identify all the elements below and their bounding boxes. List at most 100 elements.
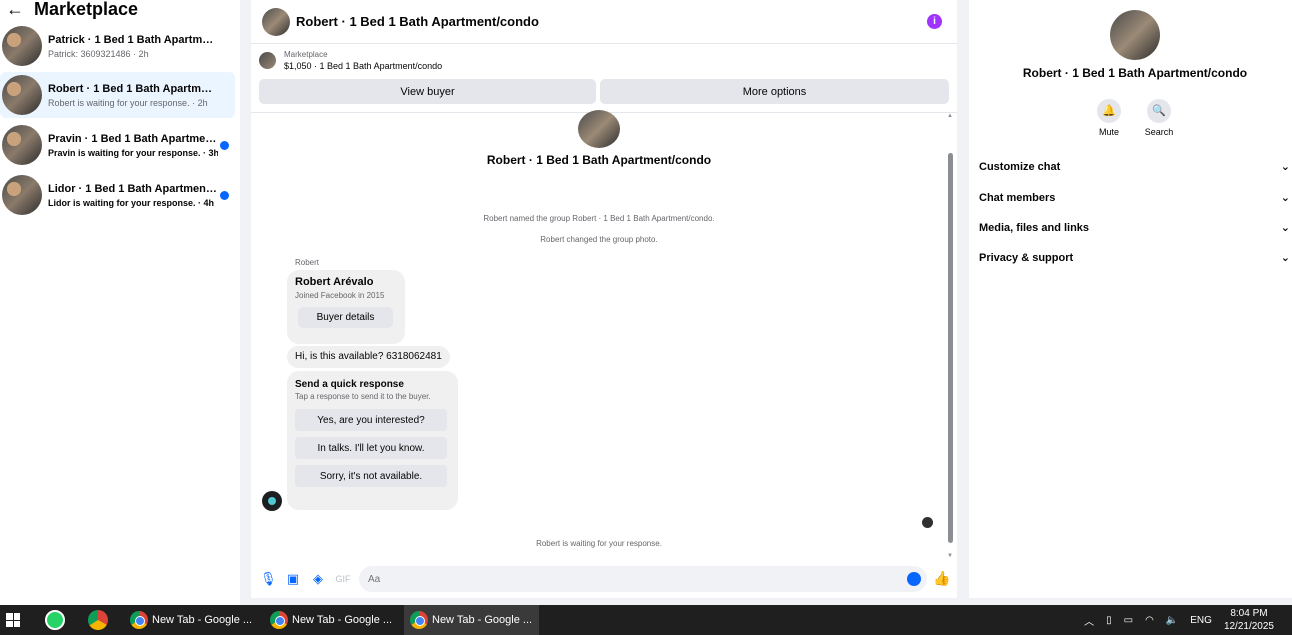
search-button[interactable]: 🔍 Search <box>1139 99 1179 137</box>
listing-thumbnail <box>2 75 42 115</box>
sidebar-header: ← Marketplace <box>0 0 240 18</box>
photo-icon[interactable]: ▣ <box>285 571 301 587</box>
section-chat-members[interactable]: Chat members ⌄ <box>979 192 1292 204</box>
clock-date: 12/21/2025 <box>1223 621 1274 632</box>
listing-source-label: Marketplace <box>284 50 328 59</box>
mute-label: Mute <box>1098 127 1119 137</box>
whatsapp-icon <box>45 610 65 630</box>
listing-thumbnail <box>2 26 42 66</box>
meet-now-icon[interactable]: ▯ <box>1106 615 1112 626</box>
sender-name: Robert <box>295 258 320 267</box>
chevron-down-icon: ⌄ <box>1280 161 1290 173</box>
taskbar-window-tab[interactable]: New Tab - Google ... <box>264 605 394 635</box>
bell-icon: 🔔 <box>1097 99 1121 123</box>
taskbar-window-tab-active[interactable]: New Tab - Google ... <box>404 605 539 635</box>
section-label: Chat members <box>979 192 1056 204</box>
quick-response-heading: Send a quick response <box>295 379 404 390</box>
listing-thumbnail <box>259 52 276 69</box>
chat-details-panel: Robert · 1 Bed 1 Bath Apartment/condo 🔔 … <box>969 0 1292 598</box>
buyer-joined: Joined Facebook in 2015 <box>295 291 385 300</box>
system-tray: ︿ ▯ ▭ ◠ 🔈 ENG 8:04 PM 12/21/2025 <box>1084 605 1292 635</box>
group-name: Robert · 1 Bed 1 Bath Apartment/condo <box>486 153 712 167</box>
clock-time: 8:04 PM <box>1230 608 1268 619</box>
taskbar-window-tab[interactable]: New Tab - Google ... <box>124 605 254 635</box>
quick-response-not-available[interactable]: Sorry, it's not available. <box>295 465 447 487</box>
mute-button[interactable]: 🔔 Mute <box>1089 99 1129 137</box>
conversation-preview: Lidor is waiting for your response. · 4h <box>48 197 215 208</box>
windows-logo-icon <box>6 613 20 627</box>
info-icon[interactable]: i <box>927 14 942 29</box>
page-title: Marketplace <box>34 0 139 19</box>
quick-response-subtitle: Tap a response to send it to the buyer. <box>295 392 431 401</box>
more-options-button[interactable]: More options <box>600 79 949 104</box>
clock[interactable]: 8:04 PM 12/21/2025 <box>1224 607 1274 633</box>
conversation-preview: Robert is waiting for your response. · 2… <box>48 97 208 108</box>
emoji-icon[interactable] <box>907 572 921 586</box>
chevron-down-icon: ⌄ <box>1280 192 1290 204</box>
message-thread: Robert · 1 Bed 1 Bath Apartment/condo Ro… <box>251 110 957 560</box>
chevron-up-icon[interactable]: ︿ <box>1084 613 1094 628</box>
message-bubble: Hi, is this available? 6318062481 <box>287 346 450 368</box>
sender-avatar[interactable] <box>262 491 282 511</box>
section-privacy-support[interactable]: Privacy & support ⌄ <box>979 252 1292 264</box>
unread-dot-icon <box>220 190 229 200</box>
section-label: Customize chat <box>979 161 1061 173</box>
composer: 🎙 ▣ ◈ GIF 👍 <box>251 560 957 598</box>
unread-dot-icon <box>220 140 229 150</box>
whatsapp-taskbar-icon[interactable] <box>45 605 65 635</box>
chat-scrollbar[interactable]: ▲ ▼ <box>947 113 955 559</box>
quick-response-yes[interactable]: Yes, are you interested? <box>295 409 447 431</box>
system-message: Robert changed the group photo. <box>540 235 658 244</box>
listing-summary[interactable]: Marketplace $1,050 · 1 Bed 1 Bath Apartm… <box>259 50 442 71</box>
quick-response-card: Send a quick response Tap a response to … <box>287 371 458 510</box>
window-title: New Tab - Google ... <box>292 614 393 626</box>
group-avatar[interactable] <box>262 7 290 36</box>
waiting-status: Robert is waiting for your response. <box>536 539 662 548</box>
gif-icon[interactable]: GIF <box>335 571 351 587</box>
chrome-taskbar-icon[interactable] <box>88 605 108 635</box>
sticker-icon[interactable]: ◈ <box>310 571 326 587</box>
scroll-up-icon[interactable]: ▲ <box>947 113 953 119</box>
conversation-item-lidor[interactable]: Lidor · 1 Bed 1 Bath Apartment/c... Lido… <box>0 172 235 218</box>
chat-panel: Robert · 1 Bed 1 Bath Apartment/condo i … <box>251 0 957 598</box>
conversation-title: Robert · 1 Bed 1 Bath Apartment/c... <box>48 82 218 95</box>
conversation-preview: Patrick: 3609321486 · 2h <box>48 48 149 59</box>
section-customize-chat[interactable]: Customize chat ⌄ <box>979 161 1292 173</box>
chat-title[interactable]: Robert · 1 Bed 1 Bath Apartment/condo <box>296 14 539 29</box>
window-title: New Tab - Google ... <box>432 614 533 626</box>
back-arrow-icon[interactable]: ← <box>6 0 24 18</box>
listing-thumbnail <box>2 125 42 165</box>
buyer-profile-card: Robert Arévalo Joined Facebook in 2015 B… <box>287 270 405 344</box>
buyer-name: Robert Arévalo <box>295 276 374 288</box>
windows-taskbar: New Tab - Google ... New Tab - Google ..… <box>0 605 1292 635</box>
microphone-icon[interactable]: 🎙 <box>260 571 277 587</box>
chevron-down-icon: ⌄ <box>1280 252 1290 264</box>
message-input[interactable] <box>359 566 927 592</box>
section-label: Media, files and links <box>979 222 1090 234</box>
chrome-icon <box>130 611 148 629</box>
group-avatar-large <box>1110 10 1160 60</box>
chrome-icon <box>410 611 428 629</box>
search-icon: 🔍 <box>1147 99 1171 123</box>
section-label: Privacy & support <box>979 252 1074 264</box>
listing-thumbnail <box>2 175 42 215</box>
language-indicator[interactable]: ENG <box>1190 615 1212 626</box>
buyer-details-button[interactable]: Buyer details <box>298 307 393 328</box>
volume-icon[interactable]: 🔈 <box>1166 615 1178 626</box>
wifi-icon[interactable]: ◠ <box>1145 615 1154 626</box>
section-media-files-links[interactable]: Media, files and links ⌄ <box>979 222 1292 234</box>
scroll-down-icon[interactable]: ▼ <box>947 553 953 559</box>
quick-response-in-talks[interactable]: In talks. I'll let you know. <box>295 437 447 459</box>
thumbs-up-icon[interactable]: 👍 <box>933 570 950 586</box>
view-buyer-button[interactable]: View buyer <box>259 79 596 104</box>
conversation-title: Lidor · 1 Bed 1 Bath Apartment/c... <box>48 182 218 195</box>
conversation-item-robert[interactable]: Robert · 1 Bed 1 Bath Apartment/c... Rob… <box>0 72 235 118</box>
scrollbar-thumb[interactable] <box>948 153 953 543</box>
system-message: Robert named the group Robert · 1 Bed 1 … <box>483 214 715 223</box>
listing-price-title: $1,050 · 1 Bed 1 Bath Apartment/condo <box>284 61 443 71</box>
conversation-item-patrick[interactable]: Patrick · 1 Bed 1 Bath Apartment/c... Pa… <box>0 23 235 69</box>
start-button[interactable] <box>6 605 22 635</box>
conversation-item-pravin[interactable]: Pravin · 1 Bed 1 Bath Apartment/... Prav… <box>0 122 235 168</box>
battery-icon[interactable]: ▭ <box>1124 615 1133 626</box>
conversation-sidebar: ← Marketplace Patrick · 1 Bed 1 Bath Apa… <box>0 0 240 605</box>
